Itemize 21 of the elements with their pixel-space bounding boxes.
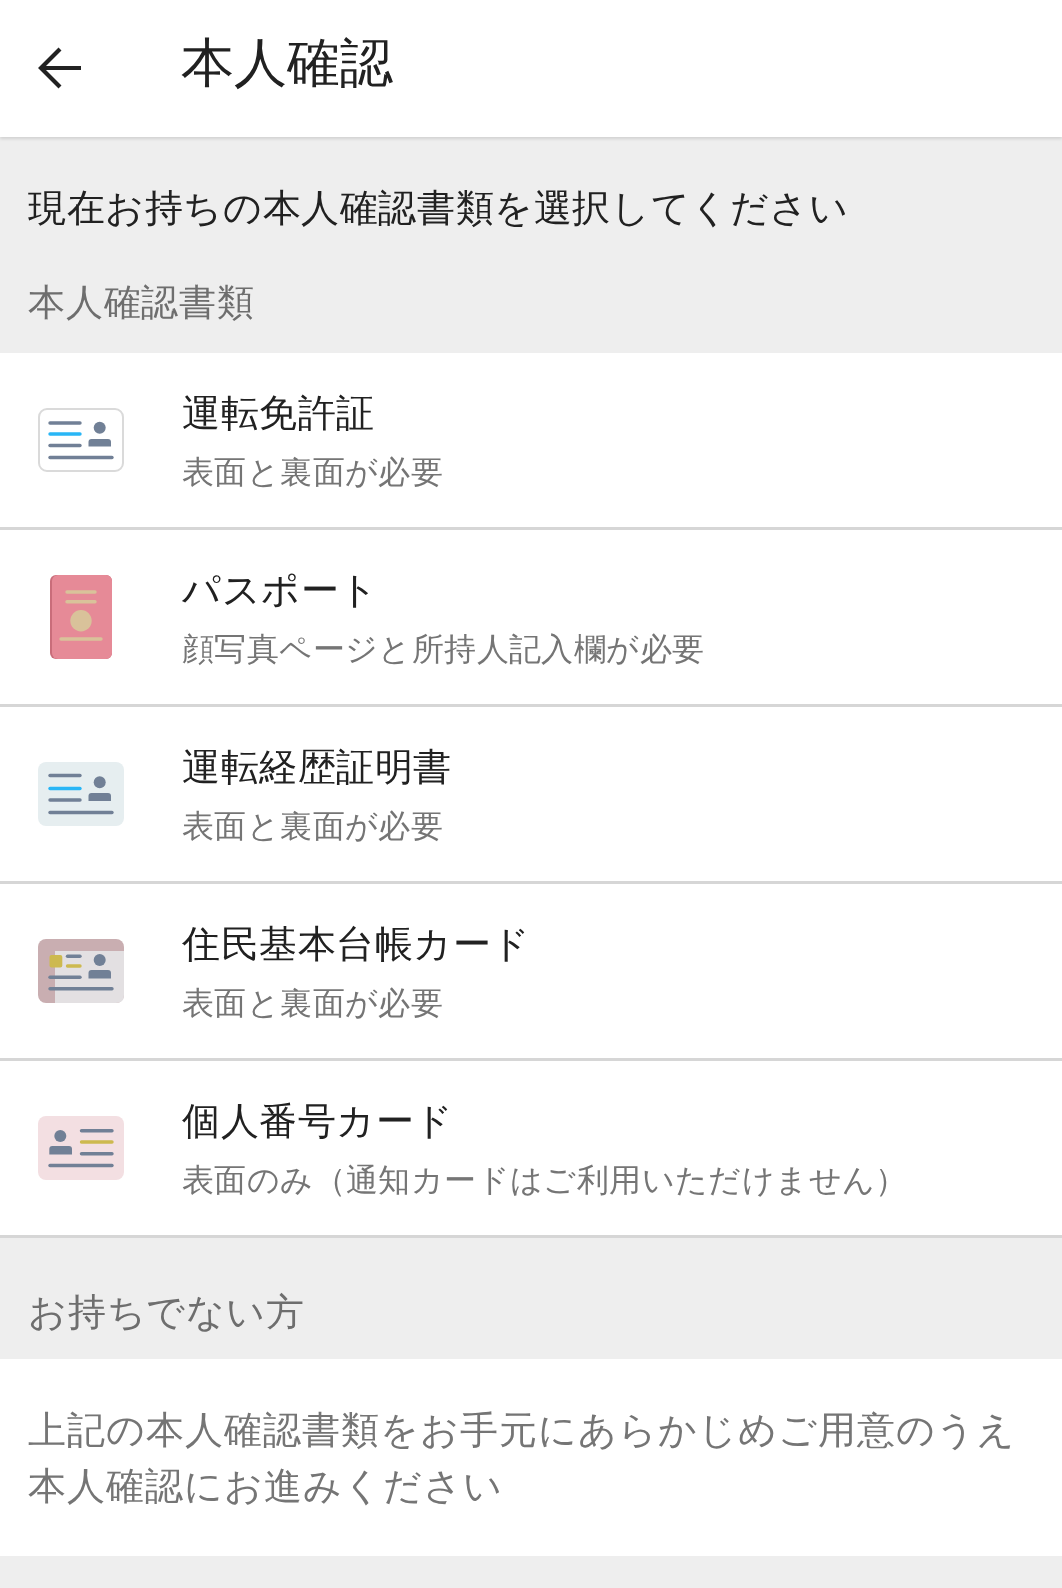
id-card-icon: [38, 762, 124, 826]
option-subtitle: 顔写真ページと所持人記入欄が必要: [182, 628, 705, 670]
screen-title: 本人確認: [181, 30, 393, 95]
passport-icon: [50, 575, 112, 659]
back-arrow-icon: [37, 45, 81, 90]
option-subtitle: 表面と裏面が必要: [182, 451, 444, 493]
option-subtitle: 表面と裏面が必要: [182, 805, 445, 847]
option-subtitle: 表面のみ（通知カードはご利用いただけません）: [182, 1159, 908, 1201]
option-title: 住民基本台帳カード: [182, 920, 531, 967]
id-card-icon: [38, 939, 124, 1003]
option-title: 運転免許証: [182, 389, 376, 436]
section-header: お持ちでない方: [28, 1290, 306, 1334]
id-card-icon: [38, 1116, 124, 1180]
instruction-text: 現在お持ちの本人確認書類を選択してください: [28, 186, 850, 230]
option-title: 運転経歴証明書: [182, 743, 452, 790]
option-title: パスポート: [182, 566, 380, 613]
info-text: 上記の本人確認書類をお手元にあらかじめご用意のうえ本人確認にお進みください: [28, 1407, 1017, 1510]
option-subtitle: 表面と裏面が必要: [182, 982, 445, 1024]
id-card-icon: [38, 408, 124, 472]
section-header: 本人確認書類: [28, 281, 256, 325]
option-title: 個人番号カード: [182, 1097, 455, 1144]
